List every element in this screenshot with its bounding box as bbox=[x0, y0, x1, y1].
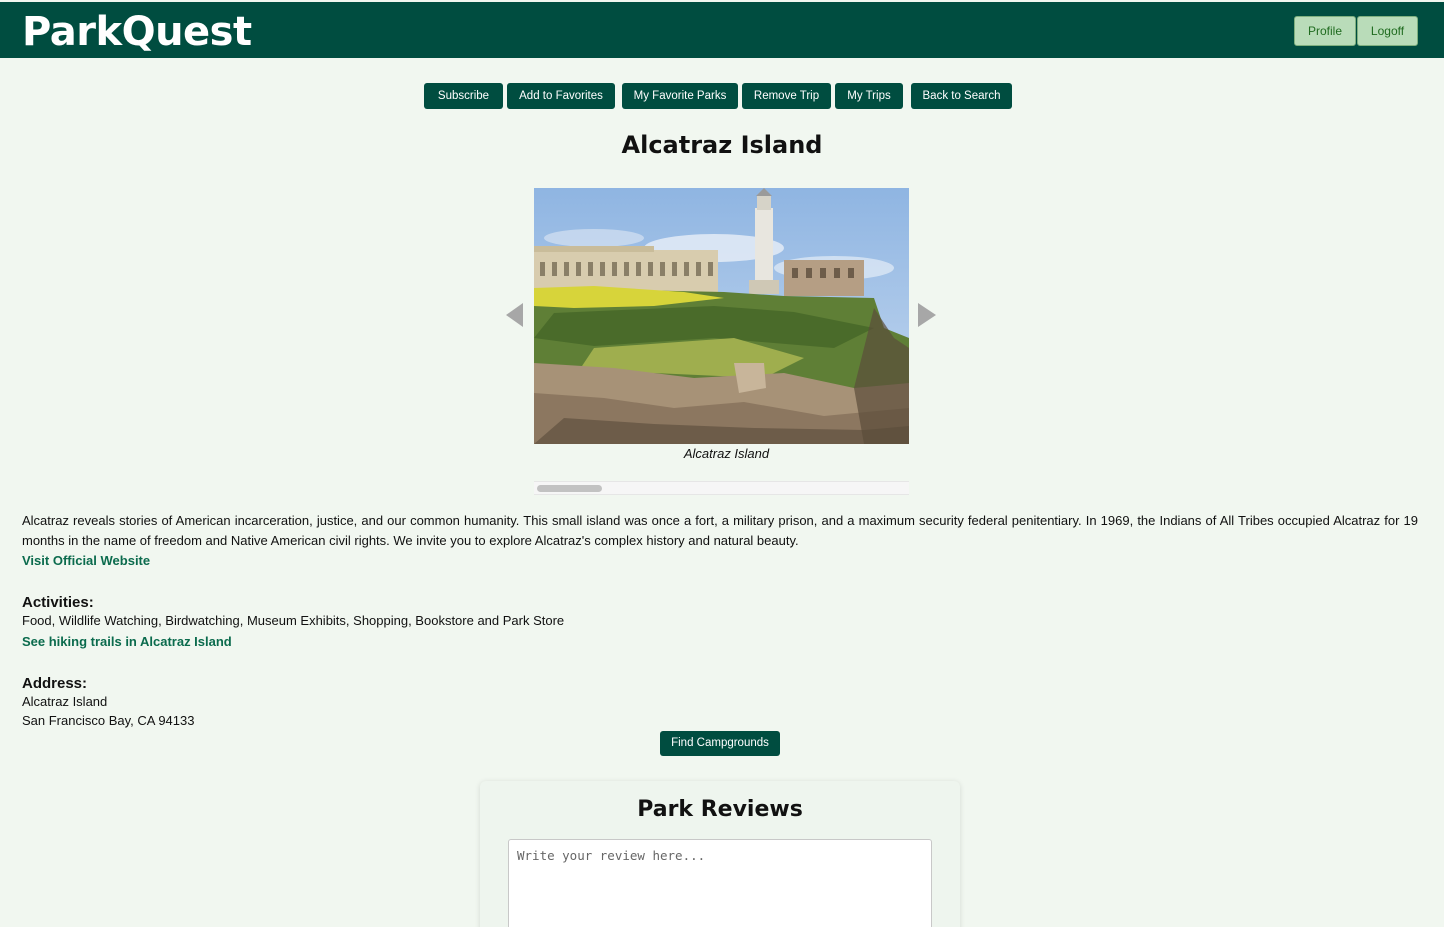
image-caption: Alcatraz Island bbox=[683, 446, 770, 461]
park-title: Alcatraz Island bbox=[621, 131, 823, 159]
address-line-1: Alcatraz Island bbox=[22, 694, 108, 709]
review-input[interactable] bbox=[508, 839, 932, 927]
park-description: Alcatraz reveals stories of American inc… bbox=[22, 513, 1418, 548]
hiking-trails-link[interactable]: See hiking trails in Alcatraz Island bbox=[22, 634, 232, 649]
my-favorite-parks-button[interactable]: My Favorite Parks bbox=[622, 83, 738, 109]
reviews-title: Park Reviews bbox=[637, 797, 803, 822]
carousel-scroll-thumb[interactable] bbox=[537, 485, 602, 492]
address-heading: Address: bbox=[22, 675, 88, 692]
logoff-button[interactable]: Logoff bbox=[1357, 16, 1418, 46]
find-campgrounds-button[interactable]: Find Campgrounds bbox=[660, 731, 780, 756]
reviews-panel: Park Reviews bbox=[480, 781, 960, 927]
my-trips-button[interactable]: My Trips bbox=[835, 83, 903, 109]
app-logo[interactable]: ParkQuest bbox=[22, 9, 252, 55]
add-to-favorites-button[interactable]: Add to Favorites bbox=[507, 83, 615, 109]
top-header: ParkQuest Profile Logoff bbox=[0, 2, 1444, 58]
park-photo bbox=[534, 188, 909, 444]
carousel-next-arrow-icon[interactable] bbox=[918, 303, 936, 327]
activities-heading: Activities: bbox=[22, 594, 94, 611]
carousel-prev-arrow-icon[interactable] bbox=[506, 303, 523, 327]
action-toolbar: Subscribe Add to Favorites My Favorite P… bbox=[0, 83, 1444, 110]
carousel-scrollbar[interactable] bbox=[534, 481, 909, 495]
official-website-link[interactable]: Visit Official Website bbox=[22, 553, 150, 568]
profile-button[interactable]: Profile bbox=[1294, 16, 1356, 46]
subscribe-button[interactable]: Subscribe bbox=[424, 83, 503, 109]
address-line-2: San Francisco Bay, CA 94133 bbox=[22, 713, 195, 728]
back-to-search-button[interactable]: Back to Search bbox=[911, 83, 1012, 109]
remove-trip-button[interactable]: Remove Trip bbox=[742, 83, 831, 109]
activities-list: Food, Wildlife Watching, Birdwatching, M… bbox=[22, 613, 565, 628]
